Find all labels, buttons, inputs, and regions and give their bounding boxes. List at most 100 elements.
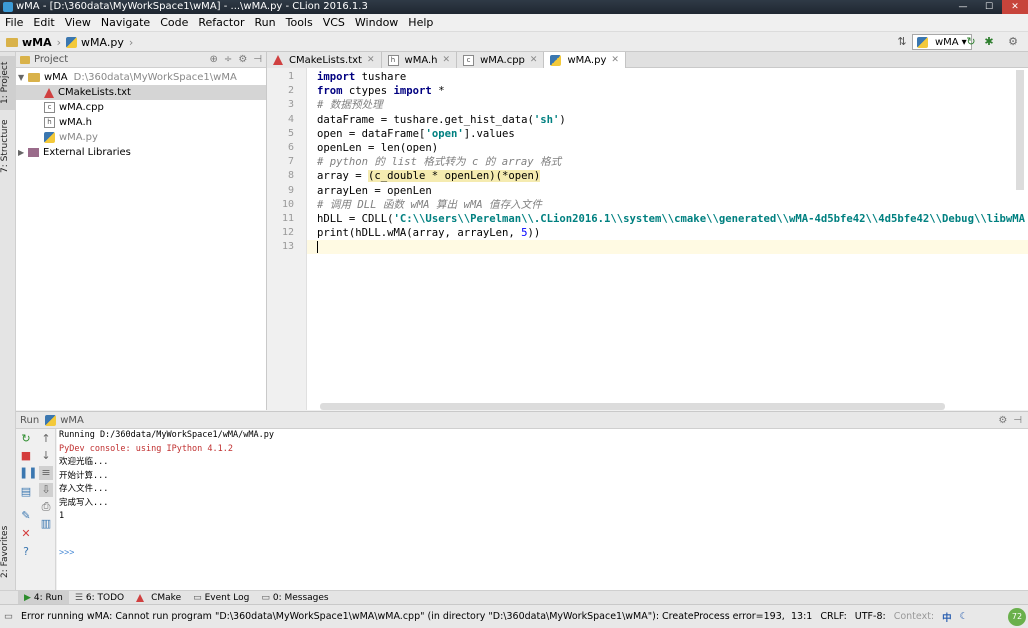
close-icon[interactable]: ✕ <box>19 527 33 541</box>
file-encoding[interactable]: UTF-8: <box>851 611 890 622</box>
caret-position[interactable]: 13:1 <box>787 611 816 622</box>
context-indicator[interactable]: Context: <box>890 611 938 622</box>
menu-vcs[interactable]: VCS <box>318 14 350 32</box>
close-tab-icon[interactable]: ✕ <box>367 55 375 65</box>
close-button[interactable]: ✕ <box>1002 0 1028 14</box>
expand-arrow-icon[interactable]: ▶ <box>18 148 28 157</box>
code-line-current[interactable] <box>307 240 1028 255</box>
project-panel-title[interactable]: Project <box>34 54 68 65</box>
menu-view[interactable]: View <box>60 14 96 32</box>
pause-icon[interactable]: ❚❚ <box>19 466 37 480</box>
file-name: wMA.py <box>59 132 98 143</box>
scroll-up-icon[interactable]: ↑ <box>39 432 53 446</box>
python-config-icon <box>917 36 928 48</box>
trash-icon[interactable]: ▥ <box>39 517 53 531</box>
code-editor[interactable]: import tushare from ctypes import * # 数据… <box>307 68 1028 410</box>
tab-favorites[interactable]: 2: Favorites <box>0 522 16 582</box>
code-line[interactable]: array = (c_double * openLen)(*open) <box>307 169 1028 183</box>
tab-event-log[interactable]: ▭ Event Log <box>187 591 255 605</box>
breadcrumb-project[interactable]: wMA <box>22 36 52 49</box>
code-line[interactable]: import tushare <box>307 70 1028 84</box>
tree-file-cmakelists[interactable]: CMakeLists.txt <box>16 85 266 100</box>
soft-wrap-icon[interactable]: ≡ <box>39 466 53 480</box>
tab-cmakelists[interactable]: CMakeLists.txt ✕ <box>267 52 382 68</box>
status-message[interactable]: Error running wMA: Cannot run program "D… <box>17 611 787 622</box>
expand-arrow-icon[interactable]: ▼ <box>18 73 28 82</box>
scroll-from-source-icon[interactable]: ⊕ <box>210 54 218 65</box>
tab-structure[interactable]: 7: Structure <box>0 116 16 176</box>
gear-icon[interactable]: ⚙ <box>238 54 247 65</box>
menu-file[interactable]: File <box>0 14 28 32</box>
debug-bug-icon[interactable]: ✱ <box>982 35 996 49</box>
bottom-tool-tabs: ▶ 4: Run ☰ 6: TODO CMake ▭ Event Log ▭ 0… <box>0 590 1028 605</box>
code-line[interactable]: arrayLen = openLen <box>307 184 1028 198</box>
project-panel-header: Project ⊕ ÷ ⚙ ⊣ <box>16 52 266 68</box>
pin-icon[interactable]: ✎ <box>19 509 33 523</box>
tab-wma-cpp[interactable]: c wMA.cpp ✕ <box>457 52 545 68</box>
stop-icon[interactable]: ■ <box>19 449 33 463</box>
editor-horizontal-scrollbar[interactable] <box>320 403 945 410</box>
event-log-icon: ▭ <box>193 592 202 603</box>
hide-panel-icon[interactable]: ⊣ <box>253 54 262 65</box>
code-line[interactable]: open = dataFrame['open'].values <box>307 127 1028 141</box>
menu-help[interactable]: Help <box>403 14 438 32</box>
maximize-button[interactable]: ☐ <box>976 0 1002 14</box>
menu-refactor[interactable]: Refactor <box>193 14 249 32</box>
menu-tools[interactable]: Tools <box>281 14 318 32</box>
menu-edit[interactable]: Edit <box>28 14 59 32</box>
tree-external-libraries[interactable]: ▶ External Libraries <box>16 145 266 160</box>
tab-cmake[interactable]: CMake <box>130 591 187 605</box>
code-line[interactable]: hDLL = CDLL('C:\\Users\\Perelman\\.CLion… <box>307 212 1028 226</box>
close-tab-icon[interactable]: ✕ <box>443 55 451 65</box>
tab-wma-py[interactable]: wMA.py ✕ <box>544 52 626 68</box>
rerun-icon[interactable]: ↻ <box>19 432 33 446</box>
restore-layout-icon[interactable]: ▤ <box>19 485 33 499</box>
code-line[interactable]: # python 的 list 格式转为 c 的 array 格式 <box>307 155 1028 169</box>
code-line[interactable]: print(hDLL.wMA(array, arrayLen, 5)) <box>307 226 1028 240</box>
panel-toggle-icon[interactable]: ▭ <box>0 611 17 622</box>
build-icon[interactable]: ⇅ <box>895 35 909 49</box>
minimize-button[interactable]: — <box>950 0 976 14</box>
tab-run[interactable]: ▶ 4: Run <box>18 590 69 605</box>
code-line[interactable]: dataFrame = tushare.get_hist_data('sh') <box>307 113 1028 127</box>
menu-code[interactable]: Code <box>155 14 193 32</box>
notification-badge[interactable]: 72 <box>1008 607 1026 626</box>
code-line[interactable]: # 数据预处理 <box>307 98 1028 112</box>
menu-navigate[interactable]: Navigate <box>96 14 155 32</box>
tree-file-cpp[interactable]: c wMA.cpp <box>16 100 266 115</box>
rerun-icon[interactable]: ↻ <box>964 35 978 49</box>
code-line[interactable]: openLen = len(open) <box>307 141 1028 155</box>
breadcrumb-file[interactable]: wMA.py <box>81 36 124 49</box>
collapse-all-icon[interactable]: ÷ <box>224 54 232 65</box>
tab-label: wMA.h <box>404 54 438 66</box>
tree-root-node[interactable]: ▼ wMA D:\360data\MyWorkSpace1\wMA <box>16 70 266 85</box>
run-console[interactable]: Running D:/360data/MyWorkSpace1/wMA/wMA.… <box>57 429 1028 590</box>
tree-file-py[interactable]: wMA.py <box>16 130 266 145</box>
code-line[interactable]: from ctypes import * <box>307 84 1028 98</box>
menu-window[interactable]: Window <box>350 14 403 32</box>
scroll-down-icon[interactable]: ↓ <box>39 449 53 463</box>
tab-project[interactable]: 1: Project <box>0 56 16 110</box>
tab-wma-h[interactable]: h wMA.h ✕ <box>381 52 458 68</box>
tab-todo[interactable]: ☰ 6: TODO <box>69 591 130 605</box>
run-configuration-select[interactable]: wMA ▾ <box>912 34 972 50</box>
console-prompt[interactable]: >>> <box>57 547 1028 561</box>
code-line[interactable]: # 调用 DLL 函数 wMA 算出 wMA 值存入文件 <box>307 198 1028 212</box>
ime-indicator[interactable]: 中 <box>938 610 956 624</box>
settings-icon[interactable]: ⚙ <box>1006 35 1020 49</box>
help-icon[interactable]: ? <box>19 545 33 559</box>
close-tab-icon[interactable]: ✕ <box>530 55 538 65</box>
editor-vertical-scrollbar[interactable] <box>1016 70 1024 190</box>
run-panel-title[interactable]: Run <box>20 415 39 426</box>
tree-file-h[interactable]: h wMA.h <box>16 115 266 130</box>
hide-panel-icon[interactable]: ⊣ <box>1013 415 1022 426</box>
clion-app-icon <box>3 2 13 12</box>
tab-messages[interactable]: ▭ 0: Messages <box>255 591 334 605</box>
line-separator[interactable]: CRLF: <box>816 611 850 622</box>
scroll-to-end-icon[interactable]: ⇩ <box>39 483 53 497</box>
close-tab-icon[interactable]: ✕ <box>611 55 619 65</box>
gear-icon[interactable]: ⚙ <box>998 415 1007 426</box>
print-icon[interactable]: ⎙ <box>39 500 53 514</box>
menu-run[interactable]: Run <box>250 14 281 32</box>
